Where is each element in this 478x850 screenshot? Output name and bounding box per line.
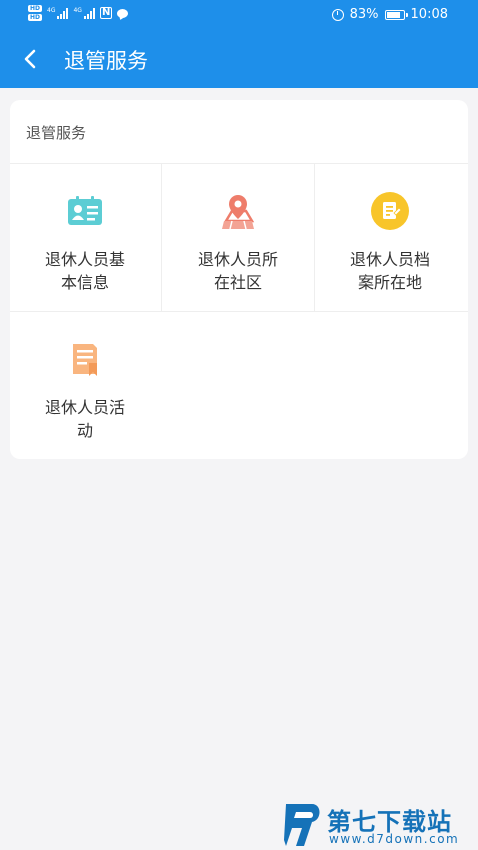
id-card-icon [68,196,102,225]
hd-badge-1: HD [28,5,43,12]
message-icon [117,8,129,18]
grid-item-label: 退休人员档 案所在地 [349,250,430,292]
signal-icon: 4G [47,7,69,19]
grid-item-community[interactable]: 退休人员所 在社区 [163,164,313,310]
grid-item-basic-info[interactable]: 退休人员基 本信息 [10,164,160,310]
section-title: 退管服务 [26,124,87,142]
page-title: 退管服务 [64,49,148,73]
top-bar: HD HD 4G 4G N 83% 10:08 退管服务 [0,0,478,88]
map-pin-icon [222,195,255,230]
grid-item-activities[interactable]: 退休人员活 动 [10,312,160,458]
app-bar: 退管服务 [0,30,478,88]
watermark: 第七下载站 www.d7down.com [282,798,472,850]
watermark-url: www.d7down.com [329,832,460,846]
grid-item-archive-location[interactable]: 退休人员档 案所在地 [315,164,465,310]
signal-icon-2: 4G [73,7,95,19]
battery-icon [384,9,408,20]
archive-icon [371,192,409,230]
clock: 10:08 [410,7,448,22]
battery-percent: 83% [349,7,379,22]
grid-item-label: 退休人员活 动 [44,398,125,440]
divider [161,163,162,311]
hd-badge-2: HD [28,14,43,21]
service-card: 退管服务 退休人员基 本信息 退休人员所 在社区 退休人员档 案所在地 退休人员… [10,100,468,459]
nfc-icon: N [99,7,113,19]
status-bar: HD HD 4G 4G N 83% 10:08 [0,0,478,30]
grid-item-label: 退休人员基 本信息 [44,250,125,292]
hd-badges: HD HD [28,5,43,21]
alarm-icon [331,8,344,21]
watermark-logo-icon [284,804,320,846]
back-button[interactable] [20,48,42,70]
grid-item-label: 退休人员所 在社区 [197,250,278,292]
activity-doc-icon [73,344,97,376]
